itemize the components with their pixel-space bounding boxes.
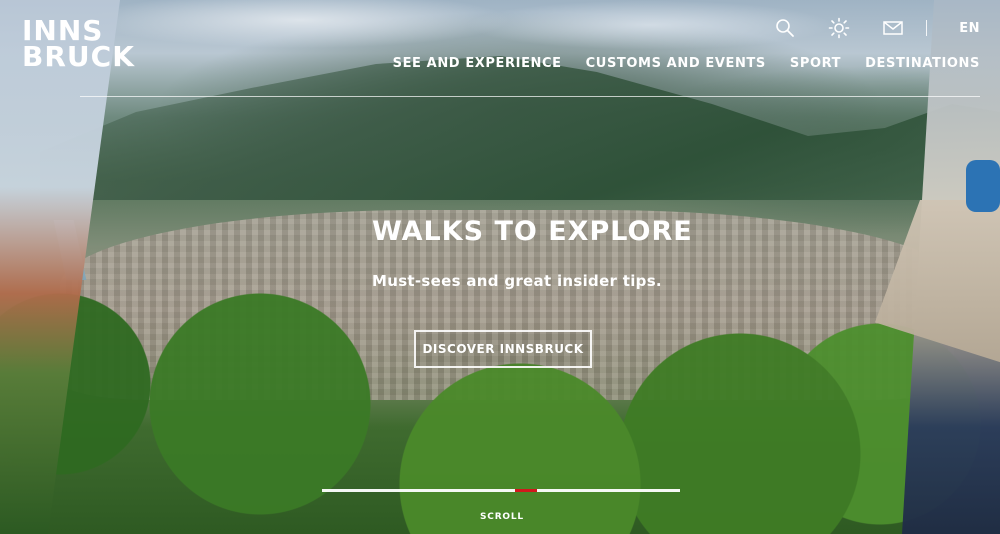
search-icon[interactable] bbox=[774, 17, 796, 39]
slider-progress-fill bbox=[515, 489, 537, 492]
scroll-indicator[interactable]: SCROLL bbox=[480, 512, 524, 522]
nav-see-and-experience[interactable]: SEE AND EXPERIENCE bbox=[393, 56, 562, 71]
header-utility-bar: EN bbox=[774, 16, 980, 40]
language-switcher[interactable]: EN bbox=[959, 21, 980, 36]
person-figure bbox=[966, 160, 1000, 212]
mail-icon[interactable] bbox=[882, 17, 904, 39]
hero-title: WALKS TO EXPLORE bbox=[372, 216, 693, 247]
forest-foreground bbox=[0, 284, 1000, 534]
hero-background bbox=[0, 0, 1000, 534]
nav-destinations[interactable]: DESTINATIONS bbox=[865, 56, 980, 71]
hero-subtitle: Must-sees and great insider tips. bbox=[372, 272, 662, 290]
slider-progress-bar bbox=[322, 489, 680, 492]
main-navigation: SEE AND EXPERIENCE CUSTOMS AND EVENTS SP… bbox=[393, 56, 980, 71]
brand-logo[interactable]: INNS BRUCK bbox=[22, 17, 137, 73]
header-divider bbox=[926, 20, 928, 36]
nav-divider-line bbox=[80, 96, 980, 97]
sun-icon[interactable] bbox=[828, 17, 850, 39]
discover-button[interactable]: DISCOVER INNSBRUCK bbox=[414, 330, 592, 368]
nav-sport[interactable]: SPORT bbox=[790, 56, 841, 71]
logo-line-2: BRUCK bbox=[22, 40, 135, 73]
nav-customs-and-events[interactable]: CUSTOMS AND EVENTS bbox=[586, 56, 766, 71]
